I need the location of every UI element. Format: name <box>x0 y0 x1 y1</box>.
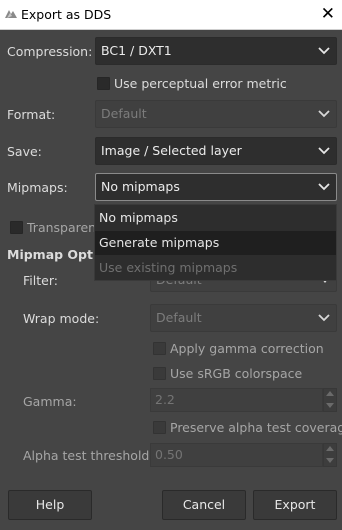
cancel-button[interactable]: Cancel <box>162 490 246 520</box>
perceptual-checkbox[interactable] <box>97 77 110 90</box>
title-bar: Export as DDS ✕ <box>0 0 342 30</box>
mipmaps-option-use-existing: Use existing mipmaps <box>99 260 238 275</box>
app-icon <box>5 10 17 18</box>
save-value: Image / Selected layer <box>101 143 242 158</box>
chevron-down-icon <box>318 47 330 55</box>
chevron-down-icon <box>318 314 330 322</box>
format-select[interactable]: Default <box>95 100 337 128</box>
alpha-coverage-checkbox[interactable] <box>153 421 166 434</box>
alpha-coverage-label: Preserve alpha test coverage <box>170 420 342 435</box>
gamma-label: Gamma: <box>23 394 77 409</box>
gamma-correction-checkbox[interactable] <box>153 342 166 355</box>
mipmaps-option-generate[interactable]: Generate mipmaps <box>95 231 336 255</box>
spin-down-icon <box>326 458 334 463</box>
spin-up-icon <box>326 391 334 396</box>
gamma-correction-label: Apply gamma correction <box>170 341 324 356</box>
chevron-down-icon <box>318 147 330 155</box>
alpha-threshold-input[interactable]: 0.50 <box>150 443 323 467</box>
close-icon[interactable]: ✕ <box>321 4 335 24</box>
alpha-threshold-label: Alpha test threshold: <box>23 448 154 463</box>
window-title: Export as DDS <box>21 7 112 22</box>
mipmaps-label: Mipmaps: <box>7 180 68 195</box>
save-select[interactable]: Image / Selected layer <box>95 137 337 165</box>
mipmaps-option-no-mipmaps[interactable]: No mipmaps <box>95 206 336 230</box>
chevron-down-icon <box>318 183 330 191</box>
mipmap-options-heading: Mipmap Optio <box>7 247 106 262</box>
compression-select[interactable]: BC1 / DXT1 <box>95 37 337 65</box>
srgb-checkbox[interactable] <box>153 367 166 380</box>
spin-down-icon <box>326 403 334 408</box>
alpha-threshold-spin-buttons[interactable] <box>323 443 337 467</box>
mipmaps-dropdown-list: No mipmaps Generate mipmaps Use existing… <box>94 204 337 281</box>
wrap-mode-value: Default <box>156 310 202 325</box>
export-button[interactable]: Export <box>253 490 337 520</box>
compression-value: BC1 / DXT1 <box>101 43 172 58</box>
transparent-label: Transparent <box>27 220 102 235</box>
compression-label: Compression: <box>7 44 93 59</box>
srgb-label: Use sRGB colorspace <box>170 366 303 381</box>
wrap-mode-label: Wrap mode: <box>23 311 100 326</box>
gamma-input[interactable]: 2.2 <box>150 388 323 412</box>
save-label: Save: <box>7 144 42 159</box>
transparent-checkbox[interactable] <box>10 221 23 234</box>
format-label: Format: <box>7 107 56 122</box>
alpha-threshold-value: 0.50 <box>155 447 183 462</box>
filter-label: Filter: <box>23 273 58 288</box>
gamma-spin-buttons[interactable] <box>323 388 337 412</box>
spin-up-icon <box>326 446 334 451</box>
format-value: Default <box>101 106 147 121</box>
perceptual-label: Use perceptual error metric <box>114 76 287 91</box>
mipmaps-value: No mipmaps <box>101 179 180 194</box>
chevron-down-icon <box>318 110 330 118</box>
mipmaps-select[interactable]: No mipmaps <box>95 173 337 201</box>
wrap-mode-select[interactable]: Default <box>150 304 337 332</box>
help-button[interactable]: Help <box>8 490 92 520</box>
gamma-value: 2.2 <box>155 392 175 407</box>
